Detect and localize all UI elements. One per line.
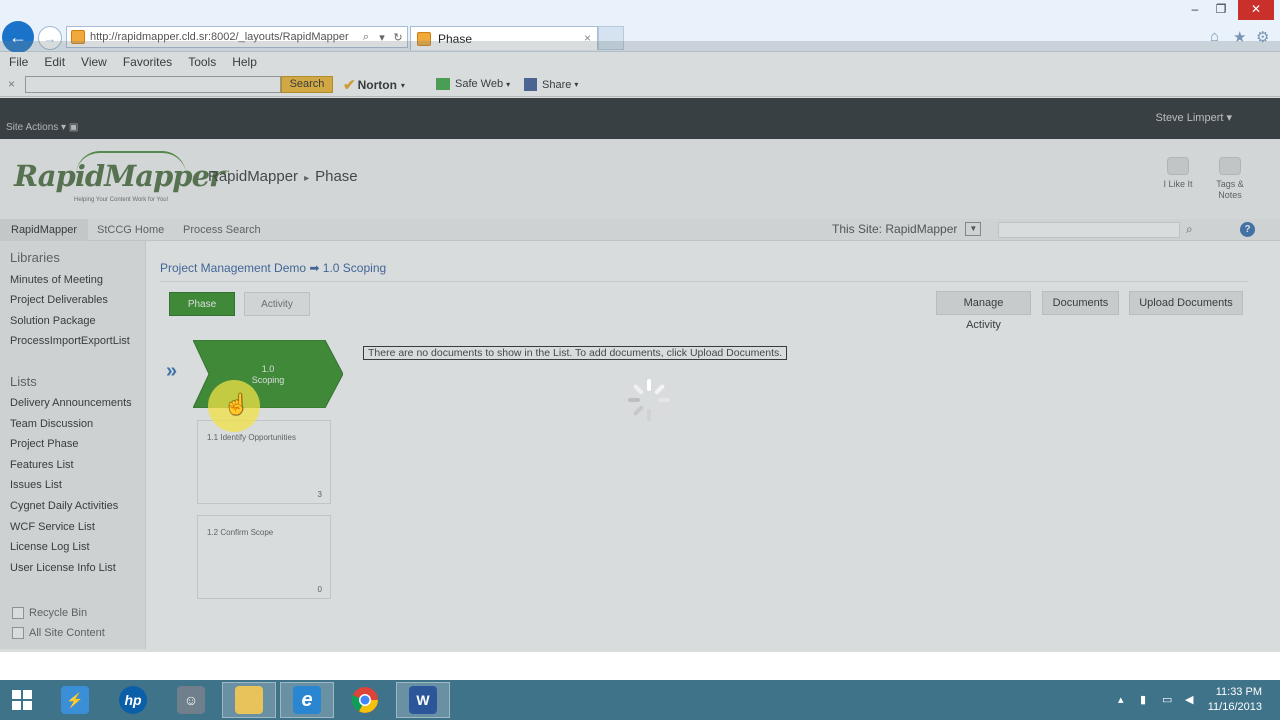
taskbar-file-explorer[interactable] bbox=[222, 682, 276, 718]
tray-expand-icon[interactable]: ▴ bbox=[1118, 693, 1124, 706]
taskbar-internet-explorer[interactable]: e bbox=[280, 682, 334, 718]
browser-status-bar bbox=[0, 651, 1280, 680]
windows-taskbar: ⚡ hp ☺ e W ▴ ▮ ▭ ◀ 11:33 PM 11/16/2013 bbox=[0, 680, 1280, 720]
chrome-icon bbox=[351, 687, 378, 713]
tray-network-icon[interactable]: ▭ bbox=[1162, 693, 1172, 706]
taskbar-lync[interactable]: ☺ bbox=[164, 682, 218, 718]
start-button[interactable] bbox=[0, 682, 44, 718]
word-icon: W bbox=[409, 686, 437, 714]
taskbar-chrome[interactable] bbox=[338, 682, 392, 718]
folder-icon bbox=[235, 686, 263, 714]
restore-button[interactable]: ❐ bbox=[1206, 0, 1236, 20]
clock-date: 11/16/2013 bbox=[1207, 701, 1262, 713]
lync-icon: ☺ bbox=[177, 686, 205, 714]
windows-logo-icon bbox=[12, 690, 32, 710]
close-window-button[interactable]: ✕ bbox=[1238, 0, 1274, 20]
loading-spinner-icon bbox=[628, 379, 670, 421]
system-clock[interactable]: 11:33 PM 11/16/2013 bbox=[1208, 685, 1262, 715]
taskbar-network-tool[interactable]: ⚡ bbox=[48, 682, 102, 718]
taskbar-word[interactable]: W bbox=[396, 682, 450, 718]
hand-cursor-icon: ☝ bbox=[224, 394, 249, 416]
clock-time: 11:33 PM bbox=[1215, 686, 1262, 698]
loading-overlay bbox=[0, 41, 1280, 651]
hp-icon: hp bbox=[119, 686, 147, 714]
network-tool-icon: ⚡ bbox=[61, 686, 89, 714]
internet-explorer-icon: e bbox=[293, 686, 321, 714]
volume-icon[interactable]: ◀ bbox=[1185, 693, 1193, 706]
tray-app-icon[interactable]: ▮ bbox=[1140, 693, 1146, 706]
taskbar-hp[interactable]: hp bbox=[106, 682, 160, 718]
